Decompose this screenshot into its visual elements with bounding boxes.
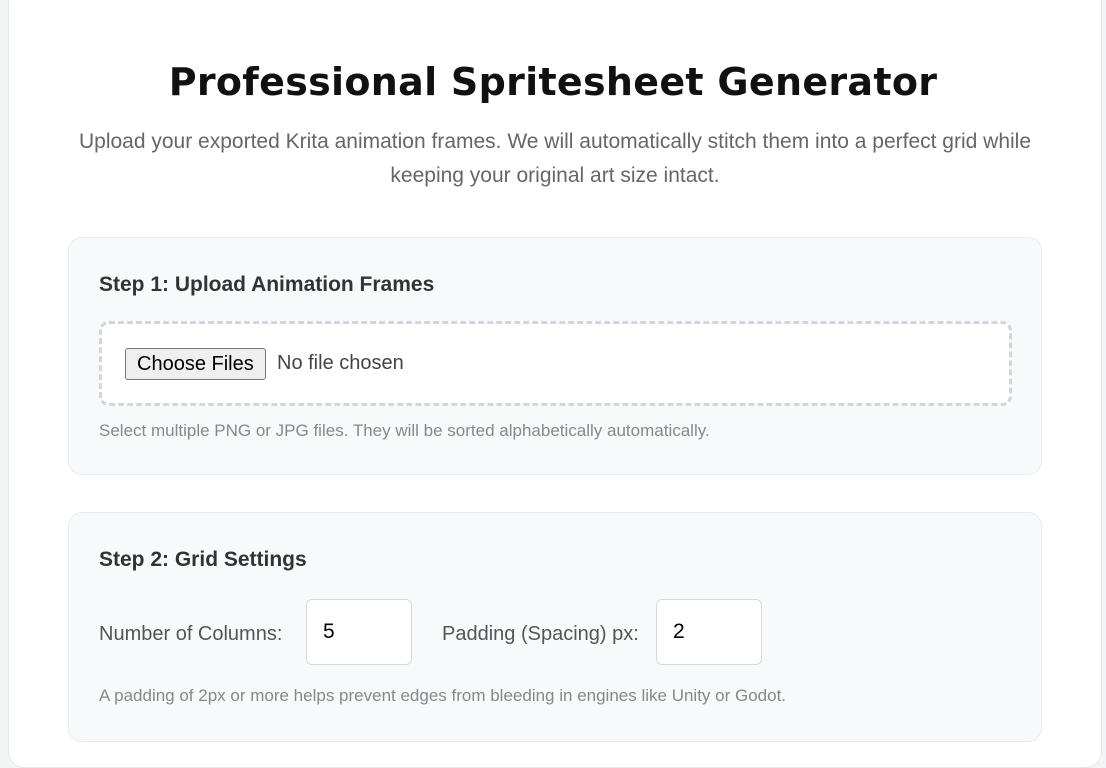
step1-upload-panel: Step 1: Upload Animation Frames Choose F… (68, 237, 1042, 475)
step2-grid-settings-panel: Step 2: Grid Settings Number of Columns:… (68, 512, 1042, 742)
step2-hint: A padding of 2px or more helps prevent e… (99, 686, 787, 705)
padding-label: Padding (Spacing) px: (442, 623, 639, 645)
columns-input[interactable] (306, 599, 412, 665)
page-subtitle: Upload your exported Krita animation fra… (78, 130, 1032, 187)
page-title: Professional Spritesheet Generator (168, 60, 938, 104)
file-dropzone[interactable]: Choose Files No file chosen (99, 321, 1012, 406)
choose-files-button[interactable]: Choose Files (125, 348, 266, 380)
file-status-text: No file chosen (277, 352, 404, 374)
padding-input[interactable] (656, 599, 762, 665)
step1-title: Step 1: Upload Animation Frames (99, 273, 435, 296)
columns-label: Number of Columns: (99, 623, 283, 645)
step2-title: Step 2: Grid Settings (99, 548, 307, 571)
step1-hint: Select multiple PNG or JPG files. They w… (99, 421, 710, 440)
